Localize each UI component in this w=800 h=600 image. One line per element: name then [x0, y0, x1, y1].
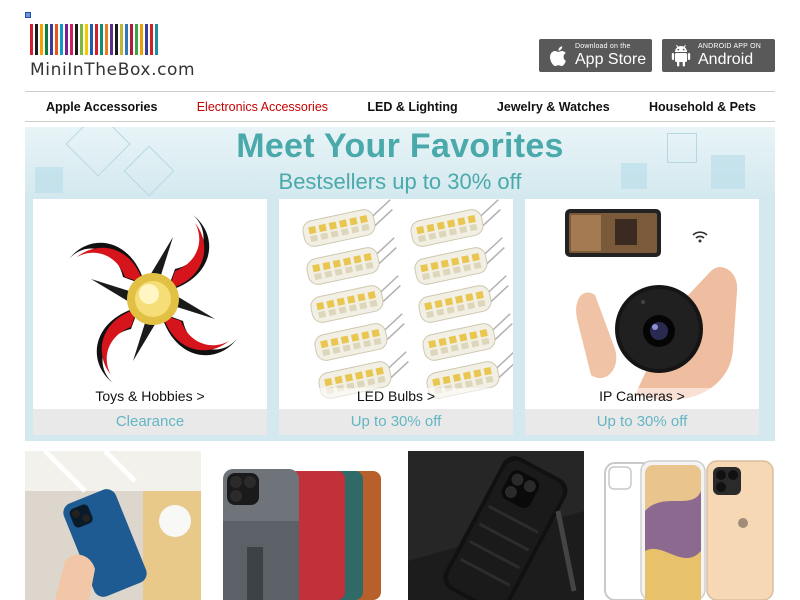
clear-phone-cases-image	[603, 451, 775, 600]
product-tile-blue-phone-case[interactable]	[25, 451, 201, 600]
fidget-spinner-image	[33, 199, 267, 409]
android-badge[interactable]: ANDROID APP ON Android	[662, 39, 775, 72]
category-promo: Clearance	[33, 409, 267, 435]
logo-text: MiniInTheBox.com	[30, 60, 196, 80]
logo-stripe	[110, 24, 113, 55]
apple-icon	[547, 44, 569, 68]
product-tile-leather-phone-cases[interactable]	[221, 451, 384, 600]
logo-stripe	[145, 24, 148, 55]
blue-phone-case-image	[25, 451, 201, 600]
category-label: Toys & Hobbies >	[33, 388, 267, 404]
category-card-toys-hobbies[interactable]: Toys & Hobbies > Clearance	[33, 199, 267, 435]
category-card-ip-cameras[interactable]: IP Cameras > Up to 30% off	[525, 199, 759, 435]
logo-stripe	[55, 24, 58, 55]
product-tile-black-carbon-case[interactable]	[408, 451, 584, 600]
logo-stripe	[70, 24, 73, 55]
app-store-small-text: Download on the	[575, 43, 631, 50]
banner-title: Meet Your Favorites	[236, 127, 564, 165]
logo-stripe	[35, 24, 38, 55]
logo-stripe	[40, 24, 43, 55]
logo-stripe	[105, 24, 108, 55]
logo-stripe	[45, 24, 48, 55]
led-bulbs-image	[279, 199, 513, 409]
logo-stripe	[135, 24, 138, 55]
logo-stripe	[30, 24, 33, 55]
logo-stripe	[150, 24, 153, 55]
logo-stripe	[50, 24, 53, 55]
app-store-badge[interactable]: Download on the App Store	[539, 39, 652, 72]
banner-subtitle: Bestsellers up to 30% off	[278, 169, 522, 194]
category-nav: Apple Accessories Electronics Accessorie…	[25, 91, 775, 122]
logo-stripe	[120, 24, 123, 55]
logo-stripe	[100, 24, 103, 55]
logo-stripe	[130, 24, 133, 55]
category-promo: Up to 30% off	[525, 409, 759, 435]
logo-barcode	[30, 24, 214, 55]
category-card-led-bulbs[interactable]: LED Bulbs > Up to 30% off	[279, 199, 513, 435]
logo-stripe	[140, 24, 143, 55]
logo-stripe	[125, 24, 128, 55]
nav-item-household-pets[interactable]: Household & Pets	[649, 100, 756, 114]
android-icon	[670, 44, 692, 68]
logo-stripe	[65, 24, 68, 55]
android-big-text: Android	[698, 51, 754, 68]
logo-stripe	[85, 24, 88, 55]
android-small-text: ANDROID APP ON	[698, 43, 761, 50]
site-logo[interactable]: MiniInTheBox.com	[30, 24, 214, 82]
ip-camera-image	[525, 199, 759, 409]
logo-stripe	[155, 24, 158, 55]
corner-marker	[25, 12, 31, 18]
logo-stripe	[60, 24, 63, 55]
logo-stripe	[75, 24, 78, 55]
logo-stripe	[80, 24, 83, 55]
nav-item-led-lighting[interactable]: LED & Lighting	[367, 100, 457, 114]
product-tile-clear-phone-cases[interactable]	[603, 451, 775, 600]
logo-stripe	[90, 24, 93, 55]
category-label: LED Bulbs >	[279, 388, 513, 404]
leather-phone-cases-image	[221, 451, 384, 600]
logo-stripe	[95, 24, 98, 55]
promo-banner[interactable]: Meet Your Favorites Bestsellers up to 30…	[25, 127, 775, 441]
black-carbon-case-image	[408, 451, 584, 600]
nav-item-jewelry-watches[interactable]: Jewelry & Watches	[497, 100, 610, 114]
nav-item-apple-accessories[interactable]: Apple Accessories	[46, 100, 157, 114]
category-promo: Up to 30% off	[279, 409, 513, 435]
app-store-big-text: App Store	[575, 51, 647, 68]
nav-item-electronics-accessories[interactable]: Electronics Accessories	[197, 100, 328, 114]
category-label: IP Cameras >	[525, 388, 759, 404]
logo-stripe	[115, 24, 118, 55]
